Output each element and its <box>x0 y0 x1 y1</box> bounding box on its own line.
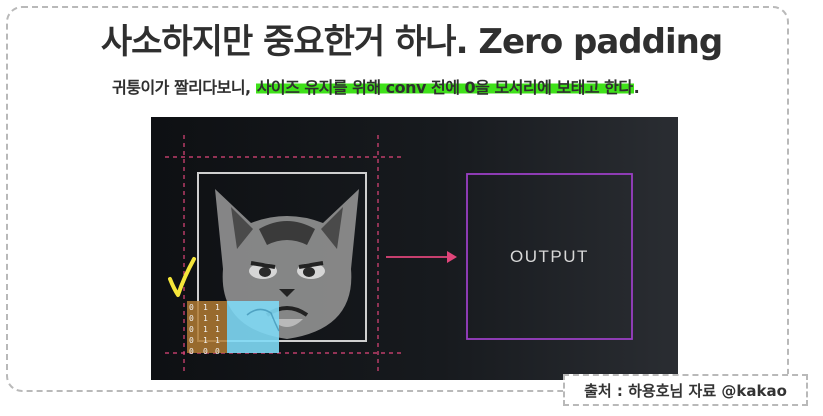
subtitle-plain-text: 귀퉁이가 짤리다보니, <box>112 78 256 97</box>
matrix-cell: 0 <box>189 336 194 345</box>
slide: 사소하지만 중요한거 하나. Zero padding 귀퉁이가 짤리다보니, … <box>0 0 823 416</box>
matrix-cell: 0 <box>203 347 208 356</box>
matrix-cell: 1 <box>203 336 208 345</box>
matrix-cell: 0 <box>215 347 220 356</box>
checkmark-icon <box>168 257 196 297</box>
output-label: OUTPUT <box>510 246 589 266</box>
matrix-cell: 0 <box>189 347 194 356</box>
source-credit: 출처 : 하용호님 자료 @kakao <box>563 374 808 406</box>
matrix-cell: 1 <box>215 325 220 334</box>
matrix-cell: 1 <box>203 303 208 312</box>
slide-subtitle: 귀퉁이가 짤리다보니, 사이즈 유지를 위해 conv 전에 0을 모서리에 보… <box>112 74 640 98</box>
zero-padding-figure: 0 0 0 0 0 1 1 1 1 0 1 1 1 1 0 OUTPUT <box>151 117 678 380</box>
matrix-cell: 0 <box>189 325 194 334</box>
matrix-cell: 1 <box>215 336 220 345</box>
matrix-cell: 1 <box>215 314 220 323</box>
matrix-cell: 1 <box>203 325 208 334</box>
matrix-cell: 1 <box>203 314 208 323</box>
subtitle-end-text: . <box>633 78 640 97</box>
conv-kernel <box>227 301 279 353</box>
matrix-cell: 0 <box>189 303 194 312</box>
padding-matrix: 0 0 0 0 0 1 1 1 1 0 1 1 1 1 0 <box>189 303 220 356</box>
slide-title: 사소하지만 중요한거 하나. Zero padding <box>100 22 723 62</box>
matrix-cell: 1 <box>215 303 220 312</box>
matrix-cell: 0 <box>189 314 194 323</box>
arrow-head-icon <box>447 251 457 263</box>
subtitle-highlighted-text: 사이즈 유지를 위해 conv 전에 0을 모서리에 보태고 한다 <box>255 78 634 97</box>
